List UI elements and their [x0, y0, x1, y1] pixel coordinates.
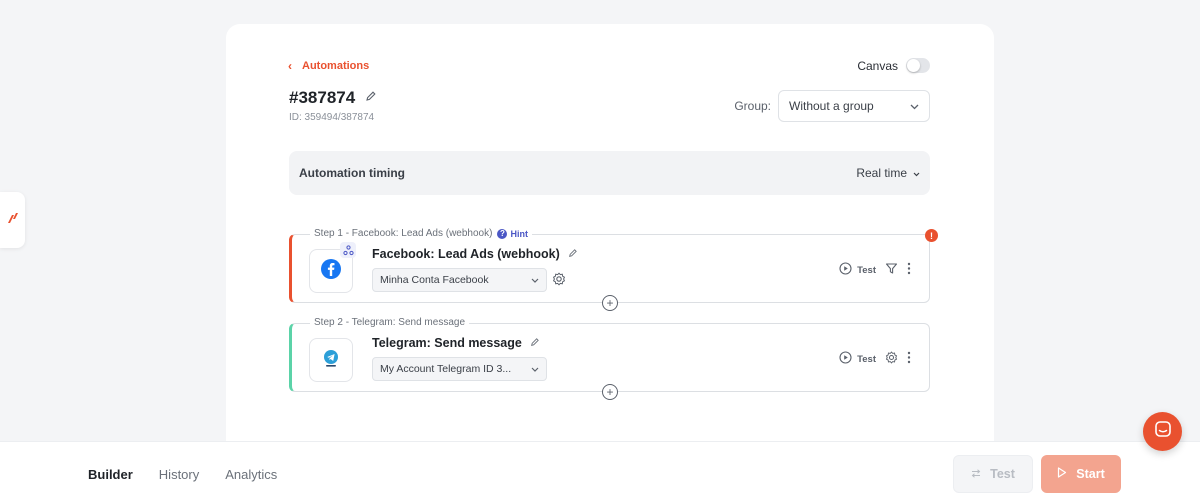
question-icon: ?	[497, 228, 508, 239]
timing-value: Real time	[856, 166, 907, 180]
step-label: Step 2 - Telegram: Send message	[310, 317, 470, 328]
account-value: My Account Telegram ID 3...	[380, 363, 512, 375]
step-label: Step 1 - Facebook: Lead Ads (webhook) ? …	[310, 228, 532, 239]
account-select[interactable]: Minha Conta Facebook	[372, 268, 547, 292]
back-to-automations-link[interactable]: ‹ Automations	[288, 59, 369, 73]
chat-support-button[interactable]	[1143, 412, 1182, 451]
play-icon	[1057, 467, 1067, 481]
swap-arrows-icon	[971, 467, 981, 481]
group-label: Group:	[734, 99, 771, 113]
chat-icon	[1154, 420, 1172, 443]
start-automation-button[interactable]: Start	[1041, 455, 1121, 493]
test-label: Test	[857, 264, 876, 276]
step-1-name: Facebook: Lead Ads (webhook)	[372, 247, 560, 261]
edit-title-pencil-icon[interactable]	[365, 89, 377, 107]
timing-label: Automation timing	[299, 166, 405, 180]
title-row: #387874	[289, 88, 377, 108]
play-circle-icon	[839, 351, 852, 367]
step-2-title: Step 2 - Telegram: Send message	[314, 317, 466, 328]
side-panel-tab[interactable]	[0, 192, 25, 248]
account-value: Minha Conta Facebook	[380, 274, 489, 286]
automation-card: ‹ Automations Canvas #387874 ID: 359494/…	[226, 24, 994, 454]
test-automation-button[interactable]: Test	[953, 455, 1033, 493]
chevron-left-icon: ‹	[288, 59, 292, 73]
test-step-button[interactable]: Test	[839, 262, 876, 278]
timing-select[interactable]: Real time	[856, 166, 920, 180]
add-step-plus-icon[interactable]: +	[602, 384, 618, 400]
group-row: Group: Without a group	[734, 90, 930, 122]
more-vertical-icon[interactable]	[907, 262, 911, 278]
warning-badge-icon: !	[925, 229, 938, 242]
step-actions: Test	[839, 351, 911, 367]
canvas-toggle-row: Canvas	[857, 58, 930, 73]
account-settings-icon[interactable]	[552, 272, 566, 291]
more-vertical-icon[interactable]	[907, 351, 911, 367]
step-name: Telegram: Send message	[372, 336, 540, 350]
step-1-title: Step 1 - Facebook: Lead Ads (webhook)	[314, 228, 493, 239]
bottom-bar: Builder History Analytics Test Start	[0, 441, 1200, 503]
edit-step-pencil-icon[interactable]	[530, 336, 540, 350]
group-select-value: Without a group	[789, 99, 874, 113]
start-button-label: Start	[1076, 467, 1105, 481]
chevron-down-icon	[531, 274, 539, 286]
step-actions: Test	[839, 262, 911, 278]
telegram-app-icon-box	[309, 338, 353, 382]
chevron-down-icon	[910, 99, 919, 113]
step-name: Facebook: Lead Ads (webhook)	[372, 247, 578, 261]
canvas-label: Canvas	[857, 58, 898, 73]
brand-logo-icon	[6, 211, 20, 230]
hint-label: Hint	[510, 228, 528, 239]
add-step-plus-icon[interactable]: +	[602, 295, 618, 311]
telegram-icon	[320, 347, 342, 374]
test-step-button[interactable]: Test	[839, 351, 876, 367]
play-circle-icon	[839, 262, 852, 278]
back-link-label: Automations	[302, 60, 370, 72]
chevron-down-icon	[913, 166, 920, 180]
hint-link[interactable]: ? Hint	[497, 228, 528, 239]
account-select[interactable]: My Account Telegram ID 3...	[372, 357, 547, 381]
tab-history[interactable]: History	[159, 467, 199, 482]
tab-builder[interactable]: Builder	[88, 467, 133, 482]
step-2-name: Telegram: Send message	[372, 336, 522, 350]
bottom-tabs: Builder History Analytics	[88, 467, 277, 482]
webhook-icon	[340, 242, 356, 258]
automation-timing-bar: Automation timing Real time	[289, 151, 930, 195]
tab-analytics[interactable]: Analytics	[225, 467, 277, 482]
automation-id: ID: 359494/387874	[289, 112, 375, 123]
facebook-icon	[320, 258, 342, 285]
test-button-label: Test	[990, 467, 1015, 481]
edit-step-pencil-icon[interactable]	[568, 247, 578, 261]
step-card-facebook[interactable]: Step 1 - Facebook: Lead Ads (webhook) ? …	[289, 228, 938, 311]
step-card-telegram[interactable]: Step 2 - Telegram: Send message Telegram…	[289, 317, 930, 400]
group-select[interactable]: Without a group	[778, 90, 930, 122]
chevron-down-icon	[531, 363, 539, 375]
gear-icon[interactable]	[885, 351, 898, 367]
automation-title: #387874	[289, 88, 356, 107]
canvas-toggle[interactable]	[906, 58, 930, 73]
test-label: Test	[857, 353, 876, 365]
filter-icon[interactable]	[885, 262, 898, 278]
